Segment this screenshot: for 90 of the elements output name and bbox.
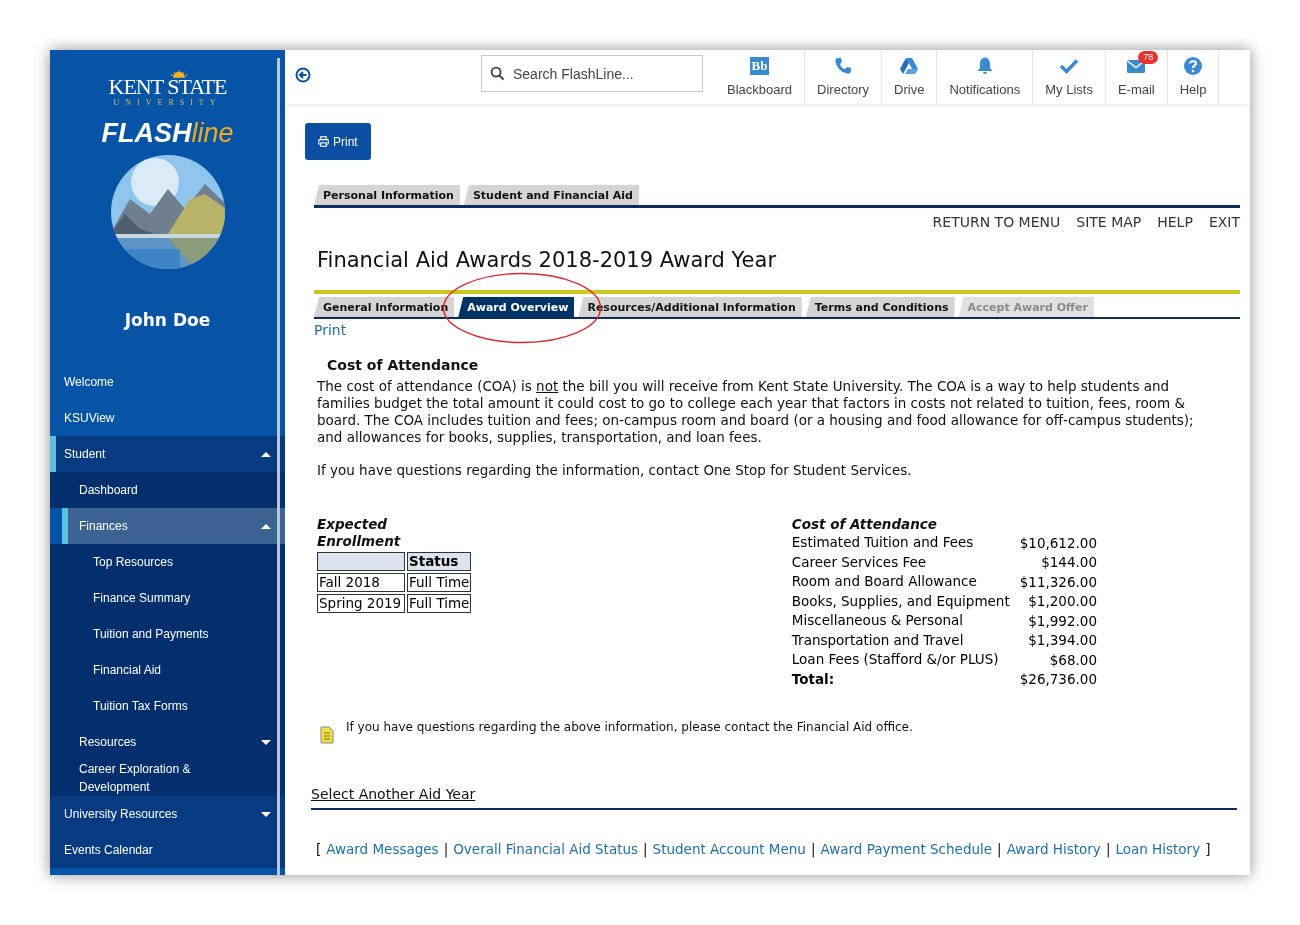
table-cell: Spring 2019 <box>317 594 405 613</box>
select-year-link[interactable]: Select Another Aid Year <box>311 786 476 802</box>
caret-icon <box>261 523 271 529</box>
help-icon <box>1183 56 1204 76</box>
table-cell: Estimated Tuition and Fees <box>789 533 1020 553</box>
bracket: [ <box>316 841 322 857</box>
menu-link[interactable]: SITE MAP <box>1076 214 1142 230</box>
table-cell-text: $144.00 <box>1040 553 1097 572</box>
caret-icon <box>261 451 271 457</box>
footer-link[interactable]: Award History <box>1006 841 1101 857</box>
table-cell-text: $1,992.00 <box>1027 611 1097 631</box>
nav-button[interactable]: Notifications <box>937 50 1034 104</box>
print-link[interactable]: Print <box>314 322 347 338</box>
separator: | <box>643 841 648 857</box>
drive-icon <box>899 56 920 76</box>
table-cell-text: Books, Supplies, and Equipment <box>790 591 1011 611</box>
table-cell: $10,612.00 <box>1019 533 1097 553</box>
paragraph: If you have questions regarding the information, contact One Stop for Student Services. <box>317 462 913 479</box>
table-title: Expected Enrollment <box>317 516 402 550</box>
tab[interactable]: Terms and Conditions <box>805 297 955 317</box>
table-cell-text: Miscellaneous & Personal <box>790 611 964 630</box>
table-cell-text: $26,736.00 <box>1019 670 1097 689</box>
flashline-logo: FLASHline <box>101 118 234 148</box>
separator: | <box>1105 841 1111 857</box>
table-cell: Room and Board Allowance <box>789 572 1020 592</box>
phone-icon <box>833 56 854 76</box>
footer-link[interactable]: Loan History <box>1115 841 1201 857</box>
sun-icon <box>169 70 188 78</box>
table-cell: Total: <box>789 669 1020 689</box>
note-text: If you have questions regarding the above information, please contact the Financial Aid office. <box>346 720 913 734</box>
sidebar-item[interactable]: Student <box>50 436 285 472</box>
footer-link[interactable]: Award Messages <box>326 841 439 857</box>
search-icon <box>490 66 505 81</box>
caret-icon <box>261 811 271 817</box>
back-icon[interactable] <box>295 67 311 83</box>
menu-link[interactable]: EXIT <box>1208 214 1240 230</box>
nav-button[interactable]: Directory <box>805 50 883 104</box>
sidebar-item[interactable]: Finance Summary <box>50 580 285 616</box>
sidebar-item[interactable]: University Resources <box>50 796 285 832</box>
search-field[interactable]: Search FlashLine... <box>481 55 703 92</box>
separator: | <box>997 841 1002 857</box>
separator: | <box>810 841 816 857</box>
table-cell-text: Career Services Fee <box>790 552 928 572</box>
sidebar-item[interactable]: Financial Aid <box>50 652 285 688</box>
table-cell-text: $1,394.00 <box>1027 631 1097 650</box>
separator: | <box>443 841 449 857</box>
sidebar-item[interactable]: Events Calendar <box>50 832 285 868</box>
blackboard-icon: Bb <box>749 57 770 75</box>
paragraph: The cost of attendance (COA) is not the bill you will receive from Kent State University. The COA is a way to help students and families budget the total amount it could cost to go to college each year that factors in costs not related to tuition, fees, room & board. The COA includes tuition and fees; on-campus room and board (or a housing and food allowance for off-campus students); and allowances for books, supplies, transportation, and loan fees. <box>317 378 1195 446</box>
table-cell: Full Time <box>407 594 472 613</box>
note-icon <box>320 724 334 744</box>
section-heading: Cost of Attendance <box>327 357 479 373</box>
table-header: Status <box>407 552 472 571</box>
table-cell-text: $1,200.00 <box>1027 592 1097 611</box>
nav-button[interactable]: Drive <box>882 50 938 104</box>
print-button[interactable]: Print <box>305 123 371 160</box>
nav-button[interactable]: Bb Blackboard <box>715 50 806 104</box>
table-cell: Fall 2018 <box>317 573 405 592</box>
table-cell: Full Time <box>407 573 472 592</box>
sidebar-item[interactable]: Resources <box>50 724 285 760</box>
sidebar-item[interactable]: Dashboard <box>50 472 285 508</box>
nav-button[interactable]: My Lists <box>1033 50 1106 104</box>
table-cell-text: Loan Fees (Stafford &/or PLUS) <box>790 650 1000 669</box>
sidebar-item[interactable]: Top Resources <box>50 544 285 580</box>
table-cell: $11,326.00 <box>1019 572 1097 592</box>
tab[interactable]: Personal Information <box>314 185 460 205</box>
table-title: Cost of Attendance <box>791 516 938 533</box>
sidebar-item[interactable]: Finances <box>62 508 285 544</box>
page-title: Financial Aid Awards 2018-2019 Award Year <box>317 248 777 272</box>
tab[interactable]: Student and Financial Aid <box>463 185 639 205</box>
menu-link[interactable]: HELP <box>1157 214 1193 230</box>
nav-button[interactable]: Help <box>1167 50 1220 104</box>
table-cell-text: Transportation and Travel <box>790 630 965 650</box>
printer-icon <box>318 136 329 147</box>
footer-link[interactable]: Award Payment Schedule <box>820 841 993 857</box>
menu-link[interactable]: RETURN TO MENU <box>932 214 1061 230</box>
sidebar-item[interactable]: Tuition Tax Forms <box>50 688 285 724</box>
footer-link[interactable]: Student Account Menu <box>652 841 806 857</box>
nav-button[interactable]: 78 E-mail <box>1105 50 1168 104</box>
university-logo: KENT STATE UNIVERSITY <box>108 70 227 108</box>
table-cell-text: $68.00 <box>1048 650 1097 670</box>
sidebar-item[interactable]: Career Exploration & Development <box>50 760 285 796</box>
footer-link[interactable]: Overall Financial Aid Status <box>453 841 639 857</box>
scrollbar[interactable] <box>277 58 280 875</box>
tab[interactable]: Award Overview <box>458 297 575 317</box>
user-name: John Doe <box>124 310 211 330</box>
bracket: ] <box>1205 841 1211 857</box>
sidebar-item[interactable]: Tuition and Payments <box>50 616 285 652</box>
caret-icon <box>261 739 271 745</box>
count-badge: 78 <box>1138 51 1159 64</box>
